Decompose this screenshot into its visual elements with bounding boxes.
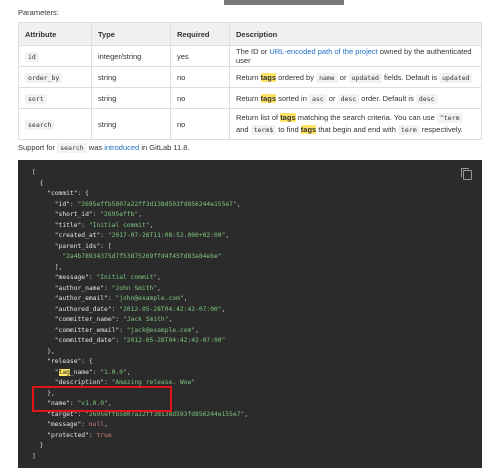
type-cell: string — [91, 66, 171, 88]
code-line: } — [32, 442, 44, 449]
header-attribute: Attribute — [18, 22, 92, 46]
json-code-block: [ { "commit": { "id": "2695effb5807a22ff… — [18, 160, 482, 468]
header-required: Required — [170, 22, 230, 46]
code-line: "message": null, — [47, 421, 108, 428]
required-cell: no — [170, 66, 230, 88]
parameters-table: Attribute Type Required Description id i… — [18, 22, 482, 140]
code-line: }, — [32, 347, 55, 355]
code-line: "committer_name": "Jack Smith", — [54, 316, 173, 323]
code-line: "release": { — [47, 358, 93, 365]
code-line: ] — [32, 452, 36, 460]
introduced-link[interactable]: introduced — [104, 143, 139, 152]
code-line: "title": "Initial commit", — [54, 221, 154, 229]
code-line: "committer_email": "jack@example.com", — [54, 326, 199, 334]
highlight-box — [32, 386, 172, 412]
code-line: "2a4b78934375d7f53875269ffd4f45fd83a84eb… — [62, 253, 222, 260]
required-cell: no — [170, 108, 230, 140]
header-type: Type — [91, 22, 171, 46]
code-line: [ — [32, 169, 36, 176]
description-cell: Return list of tags matching the search … — [229, 108, 482, 140]
table-header-row: Attribute Type Required Description — [18, 22, 482, 46]
code-line: "commit": { — [47, 190, 89, 197]
table-row: id integer/string yes The ID or URL-enco… — [18, 45, 482, 67]
type-cell: string — [91, 108, 171, 140]
url-encoded-link[interactable]: URL-encoded path of the project — [269, 47, 377, 56]
code-line: "id": "2695effb5807a22ff3d138d593fd85624… — [54, 200, 241, 208]
type-cell: string — [91, 87, 171, 109]
copy-icon[interactable] — [461, 168, 472, 180]
description-cell: Return tags sorted in asc or desc order.… — [229, 87, 482, 109]
table-row: order_by string no Return tags ordered b… — [18, 66, 482, 88]
required-cell: no — [170, 87, 230, 109]
table-row: sort string no Return tags sorted in asc… — [18, 87, 482, 109]
code-line: "committed_date": "2012-05-28T04:42:42-0… — [54, 337, 226, 344]
type-cell: integer/string — [91, 45, 171, 67]
attr-code: search — [25, 119, 55, 130]
description-cell: Return tags ordered by name or updated f… — [229, 66, 482, 88]
code-line: ], — [32, 263, 63, 271]
description-cell: The ID or URL-encoded path of the projec… — [229, 45, 482, 67]
code-line: "author_name": "John Smith", — [54, 284, 161, 292]
code-line: "authored_date": "2012-05-28T04:42:42-07… — [54, 305, 226, 313]
attr-code: sort — [25, 93, 47, 104]
header-description: Description — [229, 22, 482, 46]
top-bar — [224, 0, 344, 5]
support-note: Support for search was introduced in Git… — [18, 143, 190, 153]
table-row: search string no Return list of tags mat… — [18, 108, 482, 140]
code-line: { — [32, 179, 44, 187]
code-line: "created_at": "2017-07-26T11:08:53.000+0… — [54, 232, 230, 239]
required-cell: yes — [170, 45, 230, 67]
attr-code: order_by — [25, 72, 63, 83]
code-line: "author_email": "john@example.com", — [54, 295, 188, 302]
parameters-label: Parameters: — [18, 8, 59, 17]
code-line: "message": "Initial commit", — [54, 274, 161, 281]
code-line: "protected": true — [47, 431, 112, 439]
code-line: "parent_ids": [ — [54, 242, 112, 250]
code-line: "tag_name": "1.0.0", — [54, 368, 131, 376]
attr-code: id — [25, 51, 39, 62]
code-line: "short_id": "2695effb", — [54, 211, 142, 218]
